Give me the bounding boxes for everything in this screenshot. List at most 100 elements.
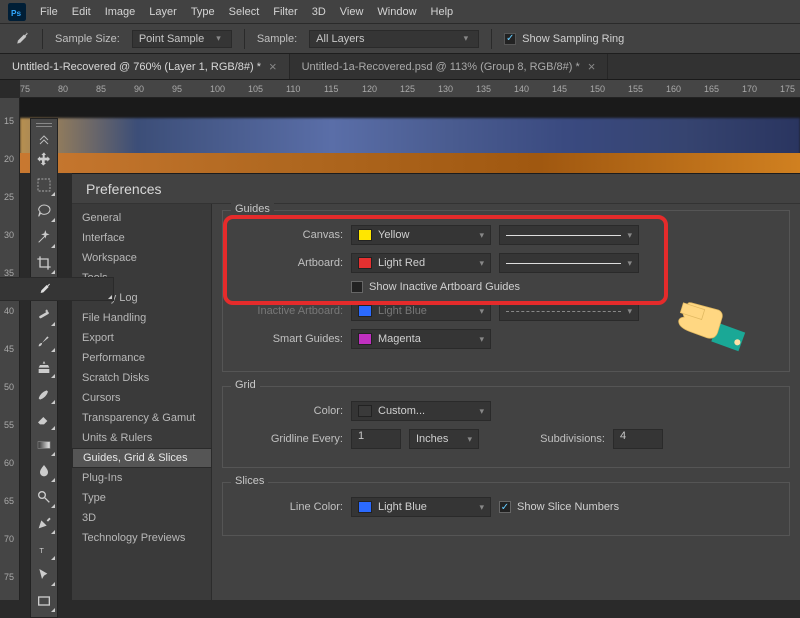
separator bbox=[244, 29, 245, 49]
marquee-tool[interactable] bbox=[32, 173, 56, 197]
menu-type[interactable]: Type bbox=[191, 6, 215, 18]
prefs-category[interactable]: Interface bbox=[72, 228, 211, 248]
preferences-title: Preferences bbox=[72, 174, 800, 204]
prefs-category[interactable]: Export bbox=[72, 328, 211, 348]
dodge-tool[interactable] bbox=[32, 485, 56, 509]
separator bbox=[491, 29, 492, 49]
move-tool[interactable] bbox=[32, 147, 56, 171]
clone-stamp-tool[interactable] bbox=[32, 355, 56, 379]
gradient-tool[interactable] bbox=[32, 433, 56, 457]
vertical-ruler[interactable]: 15202530354045505560657075 bbox=[0, 98, 20, 600]
line-color-dropdown[interactable]: Light Blue ▾ bbox=[351, 497, 491, 517]
ruler-tick: 30 bbox=[4, 230, 14, 240]
guides-group-label: Guides bbox=[231, 203, 274, 215]
brush-tool[interactable] bbox=[32, 329, 56, 353]
inactive-color-value: Light Blue bbox=[378, 305, 427, 317]
prefs-category[interactable]: Performance bbox=[72, 348, 211, 368]
panel-grip[interactable] bbox=[36, 123, 52, 127]
pen-tool[interactable] bbox=[32, 511, 56, 535]
chevron-down-icon: ▾ bbox=[464, 33, 469, 44]
ruler-tick: 75 bbox=[20, 84, 30, 94]
show-sampling-ring-checkbox[interactable]: ✓ Show Sampling Ring bbox=[504, 33, 624, 45]
ruler-tick: 175 bbox=[780, 84, 795, 94]
color-swatch bbox=[358, 229, 372, 241]
menu-layer[interactable]: Layer bbox=[149, 6, 177, 18]
crop-tool[interactable] bbox=[32, 251, 56, 275]
canvas-label: Canvas: bbox=[233, 229, 343, 241]
menu-view[interactable]: View bbox=[340, 6, 364, 18]
menu-file[interactable]: File bbox=[40, 6, 58, 18]
preferences-content: Guides Canvas: Yellow ▾ ▾ Artboard: bbox=[212, 204, 800, 600]
ruler-tick: 135 bbox=[476, 84, 491, 94]
horizontal-ruler[interactable]: 7580859095100105110115120125130135140145… bbox=[20, 80, 800, 98]
chevron-down-icon: ▾ bbox=[479, 406, 484, 417]
ruler-tick: 50 bbox=[4, 382, 14, 392]
menu-select[interactable]: Select bbox=[229, 6, 260, 18]
artboard-style-dropdown[interactable]: ▾ bbox=[499, 253, 639, 273]
canvas[interactable] bbox=[20, 98, 800, 173]
prefs-category[interactable]: Transparency & Gamut bbox=[72, 408, 211, 428]
ruler-tick: 165 bbox=[704, 84, 719, 94]
color-swatch bbox=[358, 305, 372, 317]
ruler-tick: 15 bbox=[4, 116, 14, 126]
ruler-tick: 65 bbox=[4, 496, 14, 506]
gridline-every-input[interactable]: 1 bbox=[351, 429, 401, 449]
prefs-category[interactable]: Type bbox=[72, 488, 211, 508]
sample-size-dropdown[interactable]: Point Sample ▾ bbox=[132, 30, 232, 48]
menu-image[interactable]: Image bbox=[105, 6, 136, 18]
prefs-category[interactable]: Cursors bbox=[72, 388, 211, 408]
blur-tool[interactable] bbox=[32, 459, 56, 483]
ruler-tick: 55 bbox=[4, 420, 14, 430]
prefs-category[interactable]: 3D bbox=[72, 508, 211, 528]
subdivisions-label: Subdivisions: bbox=[525, 433, 605, 445]
menu-edit[interactable]: Edit bbox=[72, 6, 91, 18]
document-tab[interactable]: Untitled-1-Recovered @ 760% (Layer 1, RG… bbox=[0, 54, 290, 79]
checkbox-icon: ✓ bbox=[504, 33, 516, 45]
history-brush-tool[interactable] bbox=[32, 381, 56, 405]
prefs-category[interactable]: Technology Previews bbox=[72, 528, 211, 548]
document-tab[interactable]: Untitled-1a-Recovered.psd @ 113% (Group … bbox=[290, 54, 609, 79]
ruler-tick: 40 bbox=[4, 306, 14, 316]
menu-window[interactable]: Window bbox=[377, 6, 416, 18]
prefs-category[interactable]: Guides, Grid & Slices bbox=[72, 448, 212, 468]
menu-help[interactable]: Help bbox=[431, 6, 454, 18]
line-color-value: Light Blue bbox=[378, 501, 427, 513]
ruler-tick: 170 bbox=[742, 84, 757, 94]
prefs-category[interactable]: General bbox=[72, 208, 211, 228]
prefs-category[interactable]: Units & Rulers bbox=[72, 428, 211, 448]
canvas-color-dropdown[interactable]: Yellow ▾ bbox=[351, 225, 491, 245]
sample-dropdown[interactable]: All Layers ▾ bbox=[309, 30, 479, 48]
chevron-down-icon: ▾ bbox=[467, 434, 472, 445]
show-slice-numbers-checkbox[interactable]: ✓ Show Slice Numbers bbox=[499, 501, 619, 513]
canvas-style-dropdown[interactable]: ▾ bbox=[499, 225, 639, 245]
eyedropper-tool[interactable] bbox=[0, 277, 114, 301]
prefs-category[interactable]: Scratch Disks bbox=[72, 368, 211, 388]
magic-wand-tool[interactable] bbox=[32, 225, 56, 249]
chevron-down-icon: ▾ bbox=[479, 502, 484, 513]
gridline-unit-value: Inches bbox=[416, 433, 448, 445]
close-icon[interactable]: × bbox=[588, 59, 596, 74]
rectangle-tool[interactable] bbox=[32, 589, 56, 613]
prefs-category[interactable]: File Handling bbox=[72, 308, 211, 328]
path-selection-tool[interactable] bbox=[32, 563, 56, 587]
eraser-tool[interactable] bbox=[32, 407, 56, 431]
grid-color-dropdown[interactable]: Custom... ▾ bbox=[351, 401, 491, 421]
menu-3d[interactable]: 3D bbox=[312, 6, 326, 18]
ruler-tick: 45 bbox=[4, 344, 14, 354]
close-icon[interactable]: × bbox=[269, 59, 277, 74]
prefs-category[interactable]: Workspace bbox=[72, 248, 211, 268]
gridline-unit-dropdown[interactable]: Inches ▾ bbox=[409, 429, 479, 449]
ruler-tick: 100 bbox=[210, 84, 225, 94]
show-inactive-checkbox[interactable]: Show Inactive Artboard Guides bbox=[351, 281, 520, 293]
healing-brush-tool[interactable] bbox=[32, 303, 56, 327]
menu-filter[interactable]: Filter bbox=[273, 6, 297, 18]
prefs-category[interactable]: Plug-Ins bbox=[72, 468, 211, 488]
expand-icon[interactable] bbox=[39, 135, 49, 145]
type-tool[interactable]: T bbox=[32, 537, 56, 561]
annotation-pointer-hand bbox=[670, 280, 750, 359]
subdivisions-input[interactable]: 4 bbox=[613, 429, 663, 449]
artboard-color-dropdown[interactable]: Light Red ▾ bbox=[351, 253, 491, 273]
smart-guides-dropdown[interactable]: Magenta ▾ bbox=[351, 329, 491, 349]
lasso-tool[interactable] bbox=[32, 199, 56, 223]
chevron-down-icon: ▾ bbox=[479, 258, 484, 269]
